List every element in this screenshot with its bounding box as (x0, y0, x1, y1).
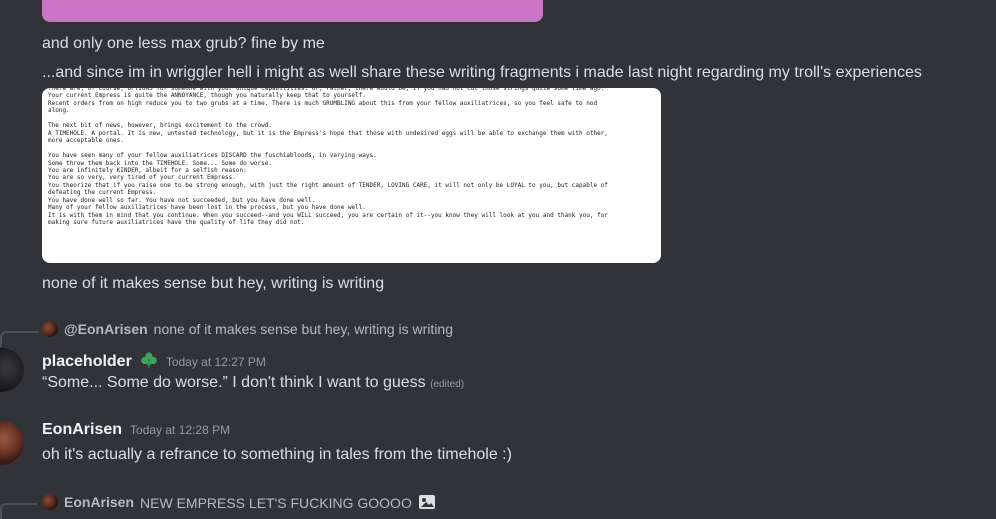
reply-preview-text: none of it makes sense but hey, writing … (153, 321, 453, 337)
message-text: oh it's actually a refrance to something… (42, 446, 512, 463)
reply-username[interactable]: @EonArisen (64, 321, 148, 337)
timestamp[interactable]: Today at 12:27 PM (166, 355, 266, 369)
green-clover-icon[interactable] (140, 351, 158, 369)
username[interactable]: EonArisen (42, 421, 122, 439)
message-text: ...and since im in wriggler hell i might… (42, 64, 922, 81)
reply-spine (0, 331, 38, 347)
reply-avatar (42, 494, 58, 510)
image-attachment[interactable]: There are, of course, OPTIONS for someon… (42, 88, 661, 263)
image-icon (418, 495, 435, 509)
message-body: “Some... Some do worse.” I don't think I… (42, 374, 426, 391)
avatar[interactable] (0, 421, 24, 465)
message-text: and only one less max grub? fine by me (42, 35, 325, 52)
message-text: “Some... Some do worse.” I don't think I… (42, 373, 464, 395)
username[interactable]: placeholder (42, 353, 132, 371)
reply-reference[interactable]: EonArisen NEW EMPRESS LET'S FUCKING GOOO… (42, 493, 436, 511)
message-header: EonArisen Today at 12:28 PM (42, 421, 230, 439)
edited-label: (edited) (430, 379, 465, 390)
reply-preview-text: NEW EMPRESS LET'S FUCKING GOOOO (140, 493, 436, 511)
reply-username[interactable]: EonArisen (64, 494, 134, 510)
message-text: none of it makes sense but hey, writing … (42, 275, 385, 292)
avatar[interactable] (0, 348, 24, 392)
attachment-text: There are, of course, OPTIONS for someon… (48, 88, 608, 227)
timestamp[interactable]: Today at 12:28 PM (130, 423, 230, 437)
reply-avatar (42, 321, 58, 337)
reply-reference[interactable]: @EonArisen none of it makes sense but he… (42, 321, 453, 337)
message-header: placeholder Today at 12:27 PM (42, 348, 266, 371)
reply-preview-body: NEW EMPRESS LET'S FUCKING GOOOO (140, 495, 412, 511)
embed-image-preview[interactable] (42, 0, 543, 22)
